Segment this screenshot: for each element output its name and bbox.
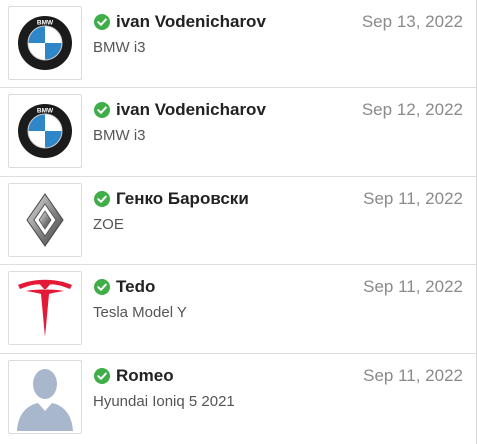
tesla-logo xyxy=(8,271,82,345)
renault-logo xyxy=(8,183,82,257)
review-date: Sep 13, 2022 xyxy=(361,12,463,31)
review-list: BMW ivan Vodenicharov Sep 13, 2022 BMW i… xyxy=(0,0,477,444)
reviewer-name[interactable]: Генко Баровски xyxy=(116,189,249,209)
review-date: Sep 12, 2022 xyxy=(361,100,463,119)
review-row[interactable]: Tedo Sep 11, 2022 Tesla Model Y xyxy=(0,265,476,354)
check-circle-icon xyxy=(94,279,110,295)
svg-text:BMW: BMW xyxy=(37,108,54,115)
check-circle-icon xyxy=(94,14,110,30)
check-circle-icon xyxy=(94,102,110,118)
car-model: ZOE xyxy=(93,216,124,233)
reviewer-name[interactable]: Tedo xyxy=(116,277,155,297)
car-model: BMW i3 xyxy=(93,39,146,56)
review-date: Sep 11, 2022 xyxy=(363,277,463,296)
review-row[interactable]: Romeo Sep 11, 2022 Hyundai Ioniq 5 2021 xyxy=(0,354,476,444)
review-date: Sep 11, 2022 xyxy=(363,189,463,208)
review-row[interactable]: BMW ivan Vodenicharov Sep 12, 2022 BMW i… xyxy=(0,88,476,177)
bmw-logo: BMW xyxy=(8,6,82,80)
review-row[interactable]: Генко Баровски Sep 11, 2022 ZOE xyxy=(0,177,476,265)
review-date: Sep 11, 2022 xyxy=(363,366,463,385)
reviewer-name[interactable]: ivan Vodenicharov xyxy=(116,12,266,32)
reviewer-name[interactable]: Romeo xyxy=(116,366,174,386)
car-model: BMW i3 xyxy=(93,127,146,144)
bmw-logo: BMW xyxy=(8,94,82,168)
check-circle-icon xyxy=(94,368,110,384)
check-circle-icon xyxy=(94,191,110,207)
car-model: Tesla Model Y xyxy=(93,304,187,321)
svg-text:BMW: BMW xyxy=(37,20,54,27)
reviewer-name[interactable]: ivan Vodenicharov xyxy=(116,100,266,120)
review-row[interactable]: BMW ivan Vodenicharov Sep 13, 2022 BMW i… xyxy=(0,0,476,88)
default-avatar xyxy=(8,360,82,434)
car-model: Hyundai Ioniq 5 2021 xyxy=(93,393,235,410)
